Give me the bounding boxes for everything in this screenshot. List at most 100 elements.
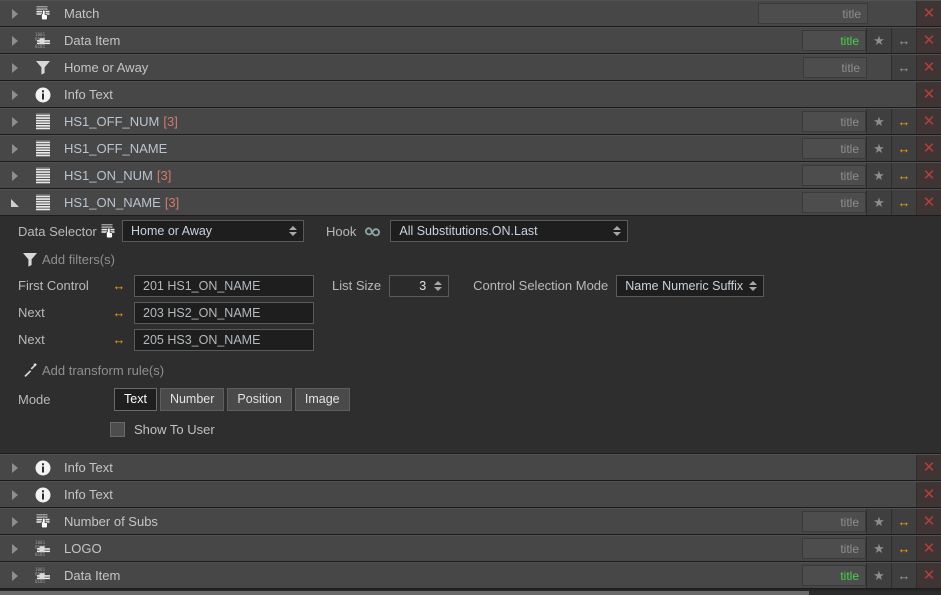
chevron-right-icon[interactable] (12, 170, 18, 181)
row-expand-toggle[interactable] (0, 109, 30, 134)
mode-option-position[interactable]: Position (227, 387, 292, 411)
link-control-button[interactable]: ↔ (891, 163, 916, 188)
chevron-right-icon[interactable] (12, 516, 18, 527)
row-expand-toggle[interactable] (0, 455, 30, 480)
remove-row-button[interactable]: ✕ (916, 509, 941, 534)
row-title-field[interactable]: title (802, 165, 866, 186)
chevron-down-icon[interactable] (11, 198, 19, 207)
favorite-star-button[interactable]: ★ (866, 536, 891, 561)
attribute-row-data-item[interactable]: 100101100101 Data Item title ★ ↔ ✕ (0, 562, 941, 589)
show-to-user-row[interactable]: Show To User (0, 415, 941, 443)
control-selection-mode-dropdown[interactable]: Name Numeric Suffix (616, 274, 765, 297)
attribute-row-hs1-on-num[interactable]: HS1_ON_NUM [3] title ★ ↔ ✕ (0, 162, 941, 189)
mode-option-number[interactable]: Number (159, 387, 225, 411)
hook-dropdown[interactable]: All Substitutions.ON.Last (390, 220, 629, 242)
chevron-right-icon[interactable] (12, 116, 18, 127)
remove-row-button[interactable]: ✕ (916, 136, 941, 161)
show-to-user-checkbox[interactable] (110, 421, 125, 437)
favorite-star-button[interactable]: ★ (866, 190, 891, 215)
row-title-field[interactable]: title (802, 138, 866, 159)
link-control-button[interactable]: ↔ (891, 109, 916, 134)
mode-option-text[interactable]: Text (114, 387, 157, 411)
attribute-row-data-item[interactable]: 100101100101 Data Item title ★ ↔ ✕ (0, 27, 941, 54)
add-filters-link[interactable]: Add filters(s) (42, 252, 115, 267)
link-control-button[interactable]: ↔ (891, 136, 916, 161)
link-control-button[interactable]: ↔ (891, 563, 916, 588)
chevron-updown-icon[interactable] (434, 280, 443, 291)
attribute-row-home-or-away[interactable]: Home or Away title ↔ ✕ (0, 54, 941, 81)
attribute-row-hs1-off-num[interactable]: HS1_OFF_NUM [3] title ★ ↔ ✕ (0, 108, 941, 135)
chevron-right-icon[interactable] (12, 143, 18, 154)
link-control-button[interactable]: ↔ (891, 190, 916, 215)
list-size-stepper[interactable]: 3 (389, 274, 450, 297)
attribute-row-hs1-on-name[interactable]: HS1_ON_NAME [3] title ★ ↔ ✕ (0, 189, 941, 216)
row-expand-toggle[interactable] (0, 82, 30, 107)
link-control-button[interactable]: ↔ (891, 28, 916, 53)
row-label: Data Item (56, 28, 802, 53)
chevron-right-icon[interactable] (12, 62, 18, 73)
favorite-star-button[interactable]: ★ (866, 109, 891, 134)
row-expand-toggle[interactable] (0, 1, 30, 26)
row-expand-toggle[interactable] (0, 563, 30, 588)
favorite-star-button[interactable]: ★ (866, 563, 891, 588)
remove-row-button[interactable]: ✕ (916, 28, 941, 53)
row-title-field[interactable]: title (802, 538, 866, 559)
chevron-right-icon[interactable] (12, 570, 18, 581)
add-transform-rule-link[interactable]: Add transform rule(s) (42, 363, 164, 378)
attribute-row-info-text[interactable]: Info Text ✕ (0, 454, 941, 481)
attribute-row-info-text[interactable]: Info Text ✕ (0, 81, 941, 108)
row-expand-toggle[interactable] (0, 482, 30, 507)
row-expand-toggle[interactable] (0, 55, 30, 80)
row-title-field[interactable]: title (802, 30, 866, 51)
attribute-row-number-of-subs[interactable]: Number of Subs title ★ ↔ ✕ (0, 508, 941, 535)
remove-row-button[interactable]: ✕ (916, 190, 941, 215)
link-control-button[interactable]: ↔ (891, 536, 916, 561)
horizontal-scrollbar[interactable] (0, 591, 941, 595)
chevron-right-icon[interactable] (12, 35, 18, 46)
row-title-field[interactable]: title (803, 57, 867, 78)
remove-row-button[interactable]: ✕ (916, 55, 941, 80)
row-title-field[interactable]: title (802, 511, 866, 532)
favorite-star-button[interactable]: ★ (866, 136, 891, 161)
next-control-input-1[interactable]: 203 HS2_ON_NAME (134, 301, 314, 324)
remove-row-button[interactable]: ✕ (916, 82, 941, 107)
remove-row-button[interactable]: ✕ (916, 563, 941, 588)
mode-option-image[interactable]: Image (294, 387, 350, 411)
remove-row-button[interactable]: ✕ (916, 482, 941, 507)
row-title-field[interactable]: title (802, 192, 866, 213)
add-transform-rule-row[interactable]: Add transform rule(s) (0, 357, 941, 383)
link-control-button[interactable]: ↔ (891, 55, 916, 80)
chevron-right-icon[interactable] (12, 489, 18, 500)
attribute-row-logo[interactable]: 100101100101 LOGO title ★ ↔ ✕ (0, 535, 941, 562)
row-expand-toggle[interactable] (0, 163, 30, 188)
row-title-field[interactable]: title (758, 3, 868, 24)
attribute-row-hs1-off-name[interactable]: HS1_OFF_NAME title ★ ↔ ✕ (0, 135, 941, 162)
remove-row-button[interactable]: ✕ (916, 455, 941, 480)
favorite-star-button[interactable]: ★ (866, 163, 891, 188)
row-title-field[interactable]: title (802, 111, 866, 132)
row-expand-toggle[interactable] (0, 190, 30, 215)
chevron-right-icon[interactable] (12, 89, 18, 100)
chevron-right-icon[interactable] (12, 462, 18, 473)
row-expand-toggle[interactable] (0, 136, 30, 161)
attribute-row-match[interactable]: Match title ✕ (0, 0, 941, 27)
favorite-star-button[interactable]: ★ (866, 28, 891, 53)
row-expand-toggle[interactable] (0, 28, 30, 53)
attribute-row-info-text[interactable]: Info Text ✕ (0, 481, 941, 508)
row-expand-toggle[interactable] (0, 536, 30, 561)
next-control-input-2[interactable]: 205 HS3_ON_NAME (134, 328, 314, 351)
add-filters-row[interactable]: Add filters(s) (0, 246, 941, 272)
remove-row-button[interactable]: ✕ (916, 1, 941, 26)
chevron-right-icon[interactable] (12, 543, 18, 554)
remove-row-button[interactable]: ✕ (916, 109, 941, 134)
first-control-input[interactable]: 201 HS1_ON_NAME (134, 274, 314, 297)
row-title-field[interactable]: title (802, 565, 866, 586)
horizontal-scrollbar-thumb[interactable] (0, 591, 810, 595)
chevron-right-icon[interactable] (12, 8, 18, 19)
link-control-button[interactable]: ↔ (891, 509, 916, 534)
remove-row-button[interactable]: ✕ (916, 163, 941, 188)
data-selector-dropdown[interactable]: Home or Away (122, 220, 304, 242)
remove-row-button[interactable]: ✕ (916, 536, 941, 561)
favorite-star-button[interactable]: ★ (866, 509, 891, 534)
row-expand-toggle[interactable] (0, 509, 30, 534)
